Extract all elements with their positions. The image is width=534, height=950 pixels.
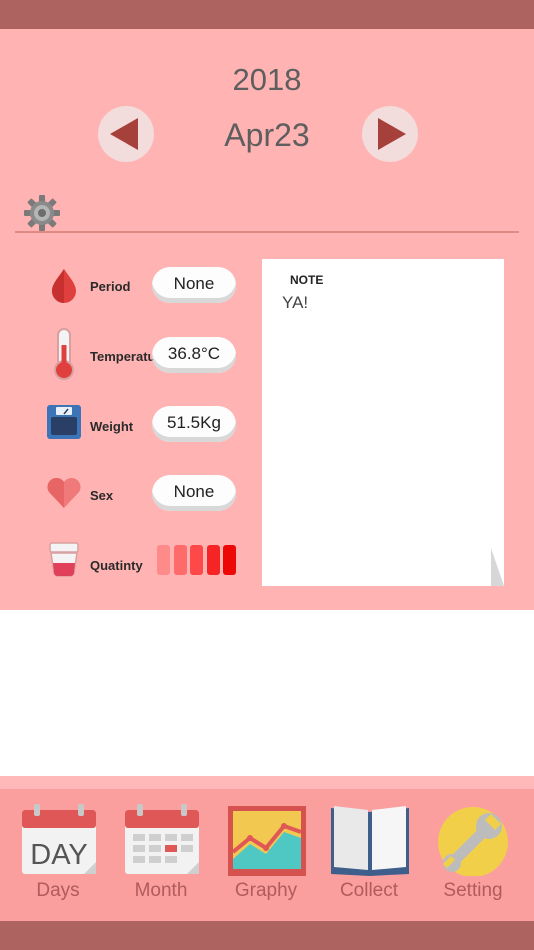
cup-icon xyxy=(49,542,79,577)
temperature-value-button[interactable]: 36.8°C xyxy=(152,337,236,373)
blood-drop-icon xyxy=(52,269,76,303)
book-icon xyxy=(331,806,409,876)
quantity-bar[interactable] xyxy=(223,545,236,575)
quantity-bar[interactable] xyxy=(173,545,187,575)
empty-area xyxy=(0,610,534,776)
tab-days[interactable]: DAY Days xyxy=(10,804,106,908)
year-label: 2018 xyxy=(232,62,302,97)
tab-graphy[interactable]: Graphy xyxy=(218,804,314,908)
date-label: Apr23 xyxy=(224,117,310,153)
top-status-bar xyxy=(0,0,534,29)
quantity-label: Quatinty xyxy=(90,558,143,573)
tab-month[interactable]: Month xyxy=(113,804,209,908)
note-page-curl xyxy=(491,548,504,586)
tab-days-label: Days xyxy=(36,880,80,901)
note-card[interactable]: NOTE YA! xyxy=(262,259,504,586)
next-day-button[interactable] xyxy=(362,106,418,162)
section-divider xyxy=(15,231,519,233)
bottom-system-bar xyxy=(0,921,534,950)
wrench-icon xyxy=(438,807,508,876)
sex-value-button[interactable]: None xyxy=(152,475,236,511)
graph-icon xyxy=(228,806,306,876)
weight-value-button[interactable]: 51.5Kg xyxy=(152,406,236,442)
bottom-nav-top-stripe xyxy=(0,776,534,789)
tab-month-label: Month xyxy=(134,880,188,901)
tab-graphy-label: Graphy xyxy=(234,880,298,901)
tab-setting-label: Setting xyxy=(443,880,503,901)
tab-collect[interactable]: Collect xyxy=(321,804,417,908)
weight-label: Weight xyxy=(90,419,134,434)
previous-day-button[interactable] xyxy=(98,106,154,162)
tab-setting[interactable]: Setting xyxy=(425,804,521,908)
sex-label: Sex xyxy=(90,488,114,503)
bottom-navigation: DAY Days Month Graphy Collect Setting xyxy=(0,776,534,921)
period-value-button[interactable]: None xyxy=(152,267,236,303)
day-icon-text: DAY xyxy=(30,839,87,871)
gear-icon[interactable] xyxy=(23,194,61,232)
arrow-left-icon xyxy=(110,118,138,150)
quantity-bar[interactable] xyxy=(206,545,220,575)
thermometer-icon xyxy=(54,328,74,380)
period-label: Period xyxy=(90,279,131,294)
tab-collect-label: Collect xyxy=(339,880,399,901)
month-calendar-icon xyxy=(125,804,199,874)
note-title: NOTE xyxy=(290,273,324,287)
quantity-bar[interactable] xyxy=(190,545,203,575)
day-calendar-icon: DAY xyxy=(22,804,96,874)
heart-icon xyxy=(47,477,81,508)
temperature-label: Temperature xyxy=(90,349,156,364)
note-text: YA! xyxy=(282,293,309,312)
arrow-right-icon xyxy=(378,118,406,150)
scale-icon xyxy=(47,405,81,439)
quantity-bar[interactable] xyxy=(157,545,170,575)
